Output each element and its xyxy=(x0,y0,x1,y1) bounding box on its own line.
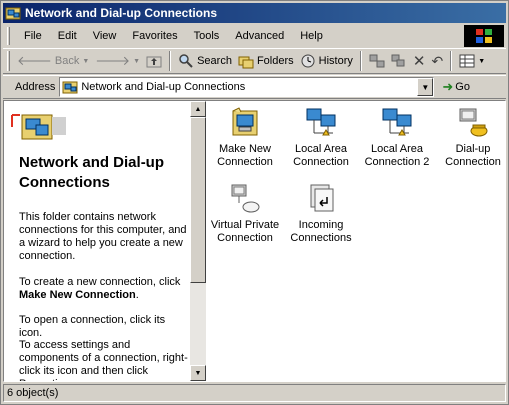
address-bar: Address Network and Dial-up Connections … xyxy=(3,75,506,99)
back-button[interactable]: 🡐 Back ▼ xyxy=(14,50,92,72)
forward-arrow-icon: 🡒 xyxy=(95,53,131,68)
copy-to-icon xyxy=(391,54,405,67)
search-button[interactable]: Search xyxy=(175,50,235,72)
toolbar-separator xyxy=(169,51,172,71)
item-label: Local Area Connection xyxy=(293,143,349,168)
address-value: Network and Dial-up Connections xyxy=(81,81,246,93)
item-incoming-connections[interactable]: Incoming Connections xyxy=(283,181,359,245)
window-title: Network and Dial-up Connections xyxy=(25,6,218,20)
menu-tools[interactable]: Tools xyxy=(186,27,228,45)
menu-advanced[interactable]: Advanced xyxy=(227,27,292,45)
status-text: 6 object(s) xyxy=(3,384,506,402)
folders-icon xyxy=(238,56,254,69)
folders-label: Folders xyxy=(256,55,294,67)
scroll-down-button[interactable]: ▼ xyxy=(190,365,206,381)
item-make-new-connection[interactable]: Make New Connection xyxy=(207,105,283,169)
pane-open-text: To open a connection, click its icon. xyxy=(19,314,166,339)
title-bar[interactable]: Network and Dial-up Connections xyxy=(3,3,506,23)
delete-button[interactable]: ✕ xyxy=(410,50,429,72)
menu-file[interactable]: File xyxy=(16,27,50,45)
copy-to-button[interactable] xyxy=(388,50,410,72)
windows-logo-icon xyxy=(464,25,504,47)
local-area-connection-icon xyxy=(382,108,412,136)
network-folder-icon xyxy=(62,81,78,94)
item-local-area-connection[interactable]: Local Area Connection xyxy=(283,105,359,169)
item-label: Local Area Connection 2 xyxy=(364,143,430,168)
explorer-window: Network and Dial-up Connections File Edi… xyxy=(0,0,509,405)
forward-button[interactable]: 🡒 ▼ xyxy=(92,50,143,72)
item-label: Virtual Private Connection xyxy=(210,219,280,244)
scroll-up-button[interactable]: ▲ xyxy=(190,101,206,117)
menu-help[interactable]: Help xyxy=(292,27,331,45)
delete-icon: ✕ xyxy=(412,53,426,70)
pane-heading: Network and Dial-up Connections xyxy=(19,154,165,191)
up-folder-icon xyxy=(146,56,162,68)
item-label: Dial-up Connection xyxy=(445,143,501,168)
item-virtual-private-connection[interactable]: Virtual Private Connection xyxy=(207,181,283,245)
menu-favorites[interactable]: Favorites xyxy=(124,27,185,45)
menu-view[interactable]: View xyxy=(85,27,125,45)
pane-intro-text: This folder contains network connections… xyxy=(19,211,187,262)
address-label: Address xyxy=(15,81,56,93)
item-label: Incoming Connections xyxy=(290,219,352,244)
go-button[interactable]: ➜ Go xyxy=(442,79,470,95)
make-new-connection-link[interactable]: Make New Connection xyxy=(19,289,136,301)
folders-button[interactable]: Folders xyxy=(235,50,297,72)
item-local-area-connection-2[interactable]: Local Area Connection 2 xyxy=(359,105,435,169)
forward-dropdown-icon: ▼ xyxy=(133,57,141,65)
create-suffix: . xyxy=(135,289,139,301)
search-label: Search xyxy=(197,55,232,67)
pane-create-text: To create a new connection, click Make N… xyxy=(19,276,189,302)
menu-edit[interactable]: Edit xyxy=(50,27,85,45)
address-field[interactable]: Network and Dial-up Connections ▼ xyxy=(59,77,435,97)
standard-toolbar: 🡐 Back ▼ 🡒 ▼ Search Folders History ✕ ↶ … xyxy=(3,48,506,74)
content-area: Network and Dial-up Connections This fol… xyxy=(3,100,506,382)
make-new-connection-icon xyxy=(232,107,258,136)
create-prefix: To create a new connection, click xyxy=(19,276,181,288)
search-icon xyxy=(179,54,193,68)
vpn-connection-icon xyxy=(231,184,260,213)
menu-grip[interactable] xyxy=(7,27,10,45)
dial-up-connection-icon xyxy=(459,108,488,137)
connection-icons: Make New Connection Local Area Connectio… xyxy=(207,101,505,381)
views-icon xyxy=(459,54,475,68)
move-to-button[interactable] xyxy=(366,50,388,72)
history-button[interactable]: History xyxy=(297,50,356,72)
undo-icon: ↶ xyxy=(431,52,444,69)
back-arrow-icon: 🡐 xyxy=(17,53,52,68)
status-bar: 6 object(s) xyxy=(3,383,506,403)
pane-access-text: To access settings and components of a c… xyxy=(19,339,188,381)
history-icon xyxy=(301,54,315,68)
toolbar-separator xyxy=(450,51,453,71)
toolbar-grip[interactable] xyxy=(7,51,10,71)
views-dropdown-icon: ▼ xyxy=(478,57,486,65)
network-folder-large-icon xyxy=(8,105,68,149)
go-arrow-icon: ➜ xyxy=(442,79,454,94)
history-label: History xyxy=(318,55,353,67)
address-dropdown-button[interactable]: ▼ xyxy=(417,78,434,96)
menu-bar: File Edit View Favorites Tools Advanced … xyxy=(3,25,506,47)
views-button[interactable]: ▼ xyxy=(456,50,488,72)
undo-button[interactable]: ↶ xyxy=(428,50,446,72)
webview-info-pane: Network and Dial-up Connections This fol… xyxy=(4,101,190,381)
back-dropdown-icon: ▼ xyxy=(82,57,90,65)
toolbar-separator xyxy=(359,51,362,71)
item-dial-up-connection[interactable]: Dial-up Connection xyxy=(435,105,505,169)
local-area-connection-icon xyxy=(306,108,336,136)
move-to-icon xyxy=(369,54,385,68)
go-label: Go xyxy=(455,81,470,93)
up-button[interactable] xyxy=(143,50,165,72)
scroll-thumb[interactable] xyxy=(190,117,206,283)
item-label: Make New Connection xyxy=(217,143,273,168)
back-label: Back xyxy=(54,55,80,67)
network-folder-icon xyxy=(5,7,21,20)
incoming-connections-icon xyxy=(310,184,334,212)
left-pane-scrollbar[interactable]: ▲ ▼ xyxy=(190,101,206,381)
